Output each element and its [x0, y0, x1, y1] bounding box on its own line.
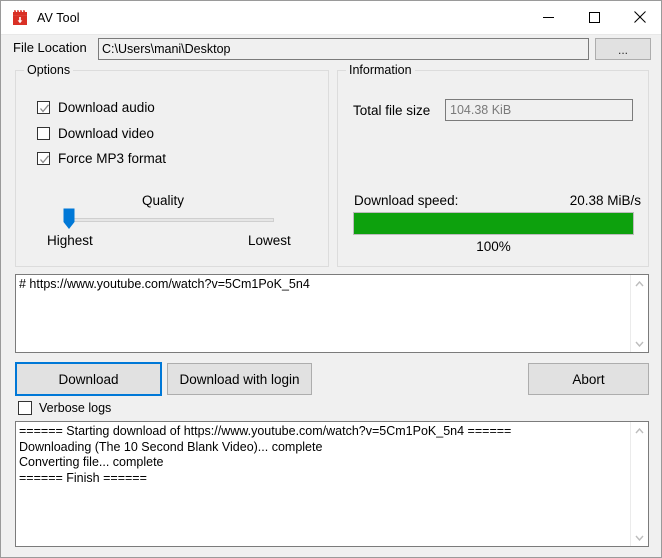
maximize-icon[interactable]: [571, 1, 617, 33]
checkbox-download-audio[interactable]: Download audio: [37, 100, 155, 115]
checkbox-label: Download audio: [58, 100, 155, 115]
download-progress-bar: [353, 212, 634, 235]
checkbox-checked-icon: [37, 152, 50, 165]
checkbox-unchecked-icon: [18, 401, 32, 415]
checkbox-verbose-logs[interactable]: Verbose logs: [18, 401, 111, 415]
chevron-up-icon[interactable]: [631, 422, 648, 439]
information-group-title: Information: [346, 63, 415, 77]
file-location-row: File Location ...: [1, 34, 661, 64]
close-icon[interactable]: [617, 1, 661, 33]
total-file-size-value: [445, 99, 633, 121]
options-group-title: Options: [24, 63, 74, 77]
browse-button[interactable]: ...: [595, 38, 651, 60]
url-input-box[interactable]: # https://www.youtube.com/watch?v=5Cm1Po…: [15, 274, 649, 353]
chevron-down-icon[interactable]: [631, 335, 648, 352]
checkbox-force-mp3[interactable]: Force MP3 format: [37, 151, 166, 166]
file-location-input[interactable]: [98, 38, 589, 60]
download-speed-label: Download speed:: [354, 193, 459, 208]
chevron-down-icon[interactable]: [631, 529, 648, 546]
checkbox-label: Force MP3 format: [58, 151, 167, 166]
window-controls: [525, 1, 661, 33]
clapperboard-download-icon: [11, 9, 29, 27]
quality-slider-thumb[interactable]: [63, 208, 75, 230]
download-speed-value: 20.38 MiB/s: [569, 193, 641, 208]
quality-slider-track[interactable]: [64, 218, 274, 222]
quality-highest-label: Highest: [47, 233, 93, 248]
download-progress-fill: [354, 213, 633, 234]
checkbox-label: Download video: [58, 126, 155, 141]
checkbox-checked-icon: [37, 101, 50, 114]
checkbox-download-video[interactable]: Download video: [37, 126, 154, 141]
log-output-text: ====== Starting download of https://www.…: [19, 424, 512, 485]
av-tool-window: AV Tool File Location ... Options Downlo…: [0, 0, 662, 558]
download-progress-label: 100%: [476, 239, 511, 254]
download-with-login-button[interactable]: Download with login: [167, 363, 312, 395]
checkbox-label: Verbose logs: [39, 401, 112, 415]
minimize-icon[interactable]: [525, 1, 571, 33]
chevron-up-icon[interactable]: [631, 275, 648, 292]
checkbox-unchecked-icon: [37, 127, 50, 140]
abort-button[interactable]: Abort: [528, 363, 649, 395]
quality-lowest-label: Lowest: [248, 233, 291, 248]
url-input-text[interactable]: # https://www.youtube.com/watch?v=5Cm1Po…: [19, 277, 629, 293]
title-bar: AV Tool: [1, 1, 661, 35]
log-output-box[interactable]: ====== Starting download of https://www.…: [15, 421, 649, 547]
log-scrollbar[interactable]: [630, 422, 648, 546]
window-title: AV Tool: [37, 10, 80, 25]
quality-label: Quality: [142, 193, 185, 208]
file-location-label: File Location: [13, 40, 87, 55]
download-button[interactable]: Download: [15, 362, 162, 396]
total-file-size-label: Total file size: [353, 103, 431, 118]
url-scrollbar[interactable]: [630, 275, 648, 352]
